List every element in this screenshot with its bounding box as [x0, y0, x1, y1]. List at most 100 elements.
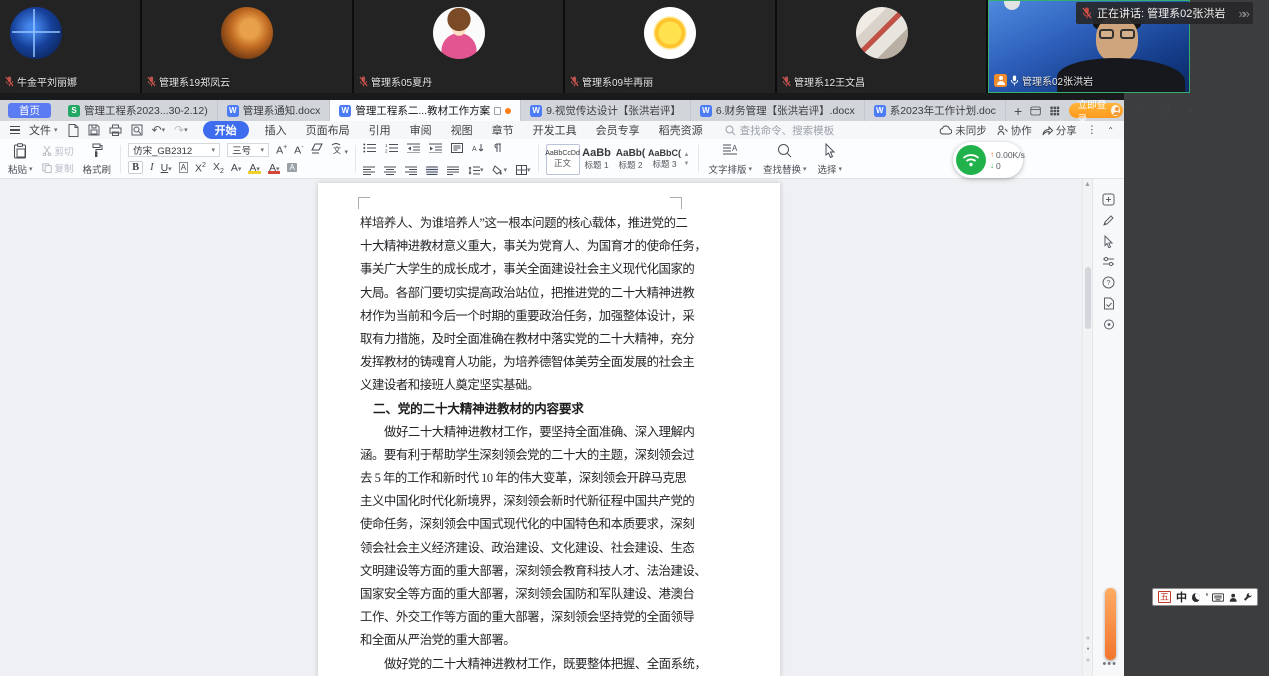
menu-tab-10[interactable]: 稻壳资源: [656, 122, 706, 138]
collaborate-button[interactable]: 协作: [997, 123, 1032, 138]
app-center-icon[interactable]: [1050, 105, 1060, 117]
select-button[interactable]: 选择▾: [816, 141, 845, 177]
document-tab-3[interactable]: W管理工程系二...教材工作方案: [330, 100, 521, 121]
more-menu-icon[interactable]: ⋮: [1087, 124, 1098, 136]
new-tab-button[interactable]: +: [1006, 103, 1030, 119]
document-tab-6[interactable]: W系2023年工作计划.doc: [865, 100, 1006, 121]
distribute-icon[interactable]: [447, 166, 459, 175]
menu-tab-7[interactable]: 章节: [489, 122, 517, 138]
increase-indent-icon[interactable]: [429, 143, 442, 153]
char-shading-button[interactable]: A: [287, 163, 296, 172]
superscript-button[interactable]: X2: [195, 162, 206, 175]
borders-button[interactable]: ▾: [516, 165, 531, 175]
save-icon[interactable]: [88, 124, 100, 136]
video-tile-4[interactable]: 管理系09毕再丽: [565, 0, 775, 93]
ime-user-icon[interactable]: [1229, 593, 1237, 602]
network-speed-widget[interactable]: ↑0.00K/s ↓0: [953, 142, 1023, 178]
menu-tab-6[interactable]: 视图: [448, 122, 476, 138]
ime-fullwidth-icon[interactable]: [1192, 593, 1200, 602]
align-center-icon[interactable]: [384, 166, 396, 175]
command-search[interactable]: 查找命令、搜索模板: [725, 123, 835, 138]
style-heading3[interactable]: AaBbC( 标题 3: [648, 144, 682, 175]
select-browse-object-button[interactable]: ●: [1086, 646, 1089, 652]
properties-icon[interactable]: [1102, 193, 1115, 206]
ime-punctuation-icon[interactable]: ’’: [1205, 592, 1207, 602]
line-spacing-button[interactable]: ▾: [468, 166, 484, 175]
font-color-button[interactable]: A▾: [268, 162, 281, 174]
bullet-list-icon[interactable]: [363, 143, 376, 153]
style-heading1[interactable]: AaBb 标题 1: [580, 144, 614, 175]
style-scroll-up-icon[interactable]: ▲: [684, 152, 690, 158]
ink-pen-icon[interactable]: [1102, 214, 1115, 227]
ime-settings-wrench-icon[interactable]: [1243, 592, 1252, 602]
align-left-icon[interactable]: [363, 166, 375, 175]
menu-tab-8[interactable]: 开发工具: [530, 122, 580, 138]
document-page[interactable]: 样培养人、为谁培养人”这一根本问题的核心载体，推进党的二十大精神进教材意义重大，…: [318, 183, 780, 676]
previous-page-button[interactable]: «: [1086, 636, 1090, 642]
next-page-button[interactable]: «: [1086, 656, 1090, 662]
redo-icon[interactable]: ↷▾: [174, 123, 188, 137]
ime-language-toggle[interactable]: 中: [1176, 589, 1187, 605]
print-preview-icon[interactable]: [131, 124, 143, 136]
find-replace-button[interactable]: 查找替换▾: [761, 141, 809, 177]
font-size-select[interactable]: 三号▾: [227, 143, 269, 157]
ime-keyboard-icon[interactable]: [1212, 593, 1224, 602]
menu-tab-9[interactable]: 会员专享: [593, 122, 643, 138]
sort-icon[interactable]: A: [472, 143, 484, 153]
close-button[interactable]: ✕: [1182, 104, 1198, 117]
char-border-button[interactable]: A: [179, 162, 188, 173]
pin-icon[interactable]: [494, 107, 501, 115]
hamburger-icon[interactable]: [10, 126, 20, 134]
banner-collapse-icon[interactable]: »»: [1239, 6, 1247, 21]
print-icon[interactable]: [109, 124, 122, 136]
vertical-scrollbar[interactable]: ▲ « ● «: [1082, 179, 1092, 676]
location-icon[interactable]: [1103, 318, 1115, 331]
video-tile-1[interactable]: 牛金平刘丽娜: [0, 0, 140, 93]
document-check-icon[interactable]: [1103, 297, 1115, 310]
highlight-color-button[interactable]: A▾: [248, 162, 261, 174]
sync-status[interactable]: 未同步: [939, 123, 987, 138]
align-right-icon[interactable]: [405, 166, 417, 175]
help-icon[interactable]: ?: [1102, 276, 1115, 289]
paragraph-layout-icon[interactable]: [451, 143, 463, 153]
phonetic-guide-button[interactable]: 文 ▾: [330, 143, 348, 157]
share-button[interactable]: 分享: [1042, 123, 1077, 138]
document-tab-2[interactable]: W管理系通知.docx: [218, 100, 331, 121]
numbered-list-icon[interactable]: 12: [385, 143, 398, 153]
window-switcher-icon[interactable]: [1030, 105, 1041, 117]
style-scroll-down-icon[interactable]: ▼: [684, 161, 690, 167]
ime-wubi-icon[interactable]: 五: [1158, 591, 1171, 603]
font-name-select[interactable]: 仿宋_GB2312▾: [128, 143, 220, 157]
char-scale-button[interactable]: A▾: [231, 162, 242, 174]
cut-button[interactable]: 剪切: [42, 144, 74, 158]
menu-tab-3[interactable]: 页面布局: [303, 122, 353, 138]
video-tile-3[interactable]: 管理系05夏丹: [354, 0, 563, 93]
underline-button[interactable]: U▾: [161, 162, 172, 174]
adjust-sliders-icon[interactable]: [1102, 256, 1115, 268]
minimize-button[interactable]: −: [1132, 105, 1148, 117]
document-tab-1[interactable]: S管理工程系2023...30-2.12): [59, 100, 218, 121]
login-button[interactable]: 立即登录: [1069, 103, 1123, 118]
format-painter-button[interactable]: 格式刷: [81, 141, 114, 177]
scroll-up-icon[interactable]: ▲: [1084, 181, 1091, 188]
document-tab-5[interactable]: W6.财务管理【张洪岩评】.docx: [691, 100, 865, 121]
subscript-button[interactable]: X2: [213, 161, 224, 175]
video-tile-2[interactable]: 管理系19郑凤云: [142, 0, 352, 93]
restore-button[interactable]: ❐: [1157, 104, 1173, 117]
video-tile-5[interactable]: 管理系12王文昌: [777, 0, 986, 93]
document-tab-4[interactable]: W9.视觉传达设计【张洪岩评】: [521, 100, 691, 121]
scrollbar-thumb[interactable]: [1085, 267, 1091, 329]
menu-tab-4[interactable]: 引用: [366, 122, 394, 138]
menu-tab-1[interactable]: 开始: [203, 121, 249, 139]
text-layout-button[interactable]: A 文字排版▾: [706, 141, 754, 177]
style-normal[interactable]: AaBbCcDd 正文: [546, 144, 580, 175]
collapse-ribbon-icon[interactable]: ⌃: [1107, 126, 1114, 135]
paste-button[interactable]: 粘贴▾: [6, 141, 35, 177]
new-file-icon[interactable]: [67, 124, 79, 137]
home-button[interactable]: 首页: [8, 103, 51, 118]
menu-tab-2[interactable]: 插入: [262, 122, 290, 138]
menu-tab-5[interactable]: 审阅: [407, 122, 435, 138]
justify-icon[interactable]: [426, 166, 438, 175]
clear-format-button[interactable]: [311, 143, 323, 157]
show-marks-icon[interactable]: [493, 143, 503, 153]
